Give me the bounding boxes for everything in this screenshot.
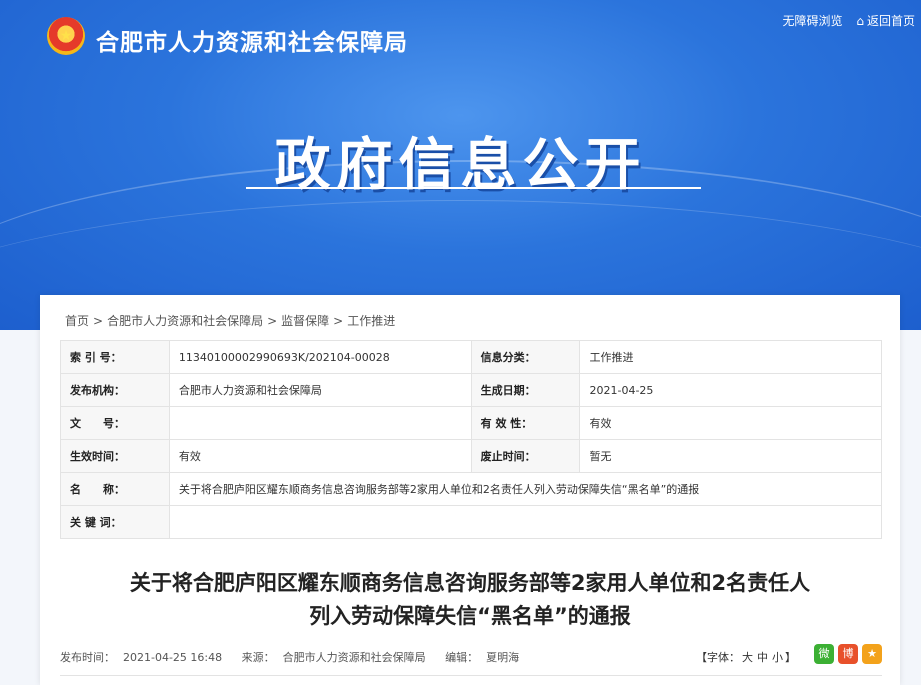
- national-emblem-icon: ★: [47, 17, 85, 55]
- index-label: 索 引 号：: [60, 340, 170, 374]
- hero-underline: [246, 187, 701, 189]
- effective-value: 有效: [168, 439, 472, 473]
- keyword-label: 关 键 词：: [60, 505, 170, 539]
- breadcrumb-separator: >: [333, 314, 344, 328]
- table-row: 生效时间： 有效 废止时间： 暂无: [60, 439, 882, 473]
- org-value: 合肥市人力资源和社会保障局: [168, 373, 472, 407]
- table-row: 索 引 号： 11340100002990693K/202104-00028 信…: [60, 340, 882, 374]
- font-medium-button[interactable]: 中: [757, 651, 768, 664]
- date-label: 生成日期：: [470, 373, 581, 407]
- accessibility-link[interactable]: 无障碍浏览: [783, 14, 843, 28]
- table-row: 名 称： 关于将合肥庐阳区耀东顺商务信息咨询服务部等2家用人单位和2名责任人列入…: [60, 472, 883, 506]
- breadcrumb-home[interactable]: 首页: [65, 314, 89, 328]
- date-value: 2021-04-25: [579, 373, 882, 407]
- abolish-label: 废止时间：: [470, 439, 581, 473]
- favorite-icon[interactable]: ★: [862, 644, 882, 664]
- breadcrumb-work[interactable]: 工作推进: [347, 314, 395, 328]
- name-value: 关于将合肥庐阳区耀东顺商务信息咨询服务部等2家用人单位和2名责任人列入劳动保障失…: [168, 472, 883, 506]
- breadcrumb-bureau[interactable]: 合肥市人力资源和社会保障局: [107, 314, 263, 328]
- font-label: 【字体：: [696, 651, 740, 664]
- font-large-button[interactable]: 大: [742, 651, 753, 664]
- source-value: 合肥市人力资源和社会保障局: [282, 651, 426, 664]
- keyword-value: [168, 505, 883, 539]
- name-label: 名 称：: [60, 472, 170, 506]
- publish-label: 发布时间：: [60, 651, 115, 664]
- validity-value: 有效: [579, 406, 882, 440]
- breadcrumb-separator: >: [267, 314, 278, 328]
- breadcrumb: 首页 > 合肥市人力资源和社会保障局 > 监督保障 > 工作推进: [65, 312, 395, 329]
- article-info: 发布时间： 2021-04-25 16:48 来源： 合肥市人力资源和社会保障局 编…: [60, 649, 535, 665]
- content-panel: 首页 > 合肥市人力资源和社会保障局 > 监督保障 > 工作推进 索 引 号： 113401…: [40, 295, 900, 685]
- index-value: 11340100002990693K/202104-00028: [168, 340, 472, 374]
- table-row: 发布机构： 合肥市人力资源和社会保障局 生成日期： 2021-04-25: [60, 373, 882, 407]
- docno-value: [168, 406, 472, 440]
- article-title-line2: 列入劳动保障失信“黑名单”的通报: [309, 604, 631, 628]
- metadata-table: 索 引 号： 11340100002990693K/202104-00028 信…: [60, 340, 883, 539]
- article-title: 关于将合肥庐阳区耀东顺商务信息咨询服务部等2家用人单位和2名责任人 列入劳动保障…: [40, 567, 900, 633]
- org-label: 发布机构：: [60, 373, 170, 407]
- wechat-share-icon[interactable]: 微: [814, 644, 834, 664]
- font-close-bracket: 】: [785, 651, 796, 664]
- back-home-link[interactable]: 返回首页: [867, 14, 915, 28]
- docno-label: 文 号：: [60, 406, 170, 440]
- table-row: 文 号： 有 效 性： 有效: [60, 406, 882, 440]
- editor-value: 夏明海: [486, 651, 520, 664]
- source-label: 来源：: [241, 651, 275, 664]
- publish-time: 2021-04-25 16:48: [123, 651, 223, 664]
- breadcrumb-separator: >: [93, 314, 104, 328]
- home-icon: ⌂: [856, 14, 864, 28]
- abolish-value: 暂无: [579, 439, 882, 473]
- font-size-control: 【字体：大中小】: [696, 649, 796, 665]
- weibo-share-icon[interactable]: 博: [838, 644, 858, 664]
- top-links: 无障碍浏览 ⌂ 返回首页: [773, 12, 915, 29]
- header-banner: ★ 合肥市人力资源和社会保障局 无障碍浏览 ⌂ 返回首页 政府信息公开: [0, 0, 921, 330]
- font-small-button[interactable]: 小: [772, 651, 783, 664]
- article-title-line1: 关于将合肥庐阳区耀东顺商务信息咨询服务部等2家用人单位和2名责任人: [129, 571, 811, 595]
- editor-label: 编辑：: [445, 651, 479, 664]
- category-value: 工作推进: [579, 340, 882, 374]
- effective-label: 生效时间：: [60, 439, 170, 473]
- validity-label: 有 效 性：: [470, 406, 581, 440]
- category-label: 信息分类：: [470, 340, 581, 374]
- table-row: 关 键 词：: [60, 505, 883, 539]
- breadcrumb-supervision[interactable]: 监督保障: [281, 314, 329, 328]
- site-title[interactable]: 合肥市人力资源和社会保障局: [96, 23, 408, 57]
